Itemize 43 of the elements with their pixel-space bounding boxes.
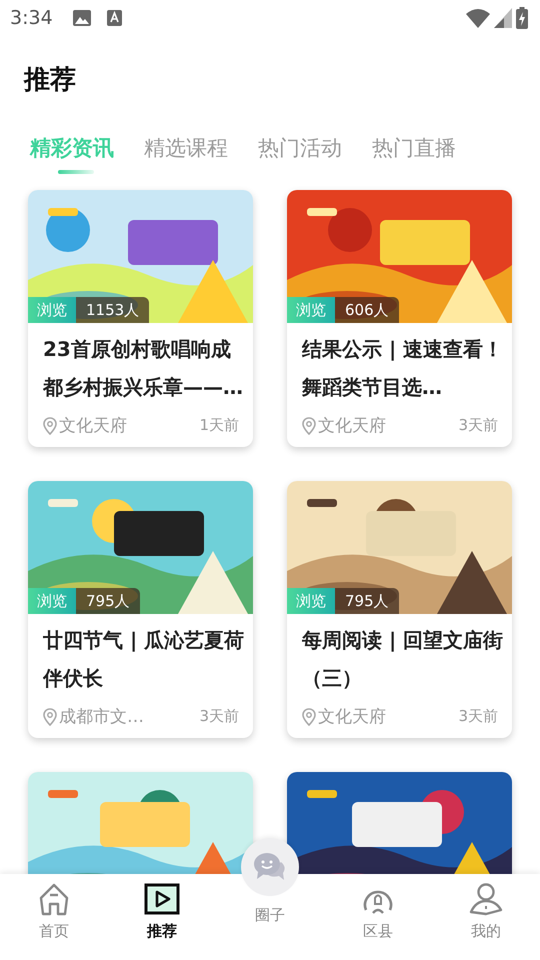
nav-tab[interactable]: 区县 [324,874,432,960]
time-ago: 3天前 [199,707,239,726]
article-card[interactable]: 浏览 606人 结果公示 | 速速查看！舞蹈类节目选… 文化天府 3天前 [287,190,512,447]
source-label: 文化天府 [59,415,127,437]
nav-tab[interactable]: 圈子 [216,838,324,960]
views-count: 795人 [335,588,399,614]
font-icon [106,10,122,26]
views-label: 浏览 [287,297,335,323]
views-count: 1153人 [76,297,150,323]
time-ago: 3天前 [458,707,498,726]
source-label: 文化天府 [318,706,386,728]
tab[interactable]: 热门直播 [372,134,456,174]
tab[interactable]: 热门活动 [258,134,342,174]
views-count: 606人 [335,297,399,323]
article-title: 结果公示 | 速速查看！舞蹈类节目选… [302,336,504,401]
nav-tab[interactable]: 推荐 [108,874,216,960]
article-title: 每周阅读 | 回望文庙街（三） [302,627,504,692]
time-ago: 1天前 [199,416,239,435]
page-title: 推荐 [24,64,77,97]
tab[interactable]: 精选课程 [144,134,228,174]
source-label: 成都市文… [59,706,144,728]
views-label: 浏览 [28,588,76,614]
image-icon [72,10,91,26]
views-label: 浏览 [28,297,76,323]
nav-tab[interactable]: 我的 [432,874,540,960]
battery-icon [516,7,528,29]
play-icon [144,882,180,916]
views-label: 浏览 [287,588,335,614]
wifi-icon [466,8,490,28]
source-label: 文化天府 [318,415,386,437]
views-count: 795人 [76,588,140,614]
article-card[interactable]: 浏览 795人 每周阅读 | 回望文庙街（三） 文化天府 3天前 [287,481,512,738]
person-icon [468,882,504,916]
time-ago: 3天前 [458,416,498,435]
location-pin-icon [43,708,57,726]
tab[interactable]: 精彩资讯 [30,134,114,174]
chat-bubbles-icon [253,852,287,882]
signal-icon [494,8,512,28]
nav-tab[interactable]: 首页 [0,874,108,960]
clock: 3:34 [10,7,53,29]
location-pin-icon [302,708,316,726]
location-pin-icon [43,416,57,434]
location-pin-icon [302,416,316,434]
